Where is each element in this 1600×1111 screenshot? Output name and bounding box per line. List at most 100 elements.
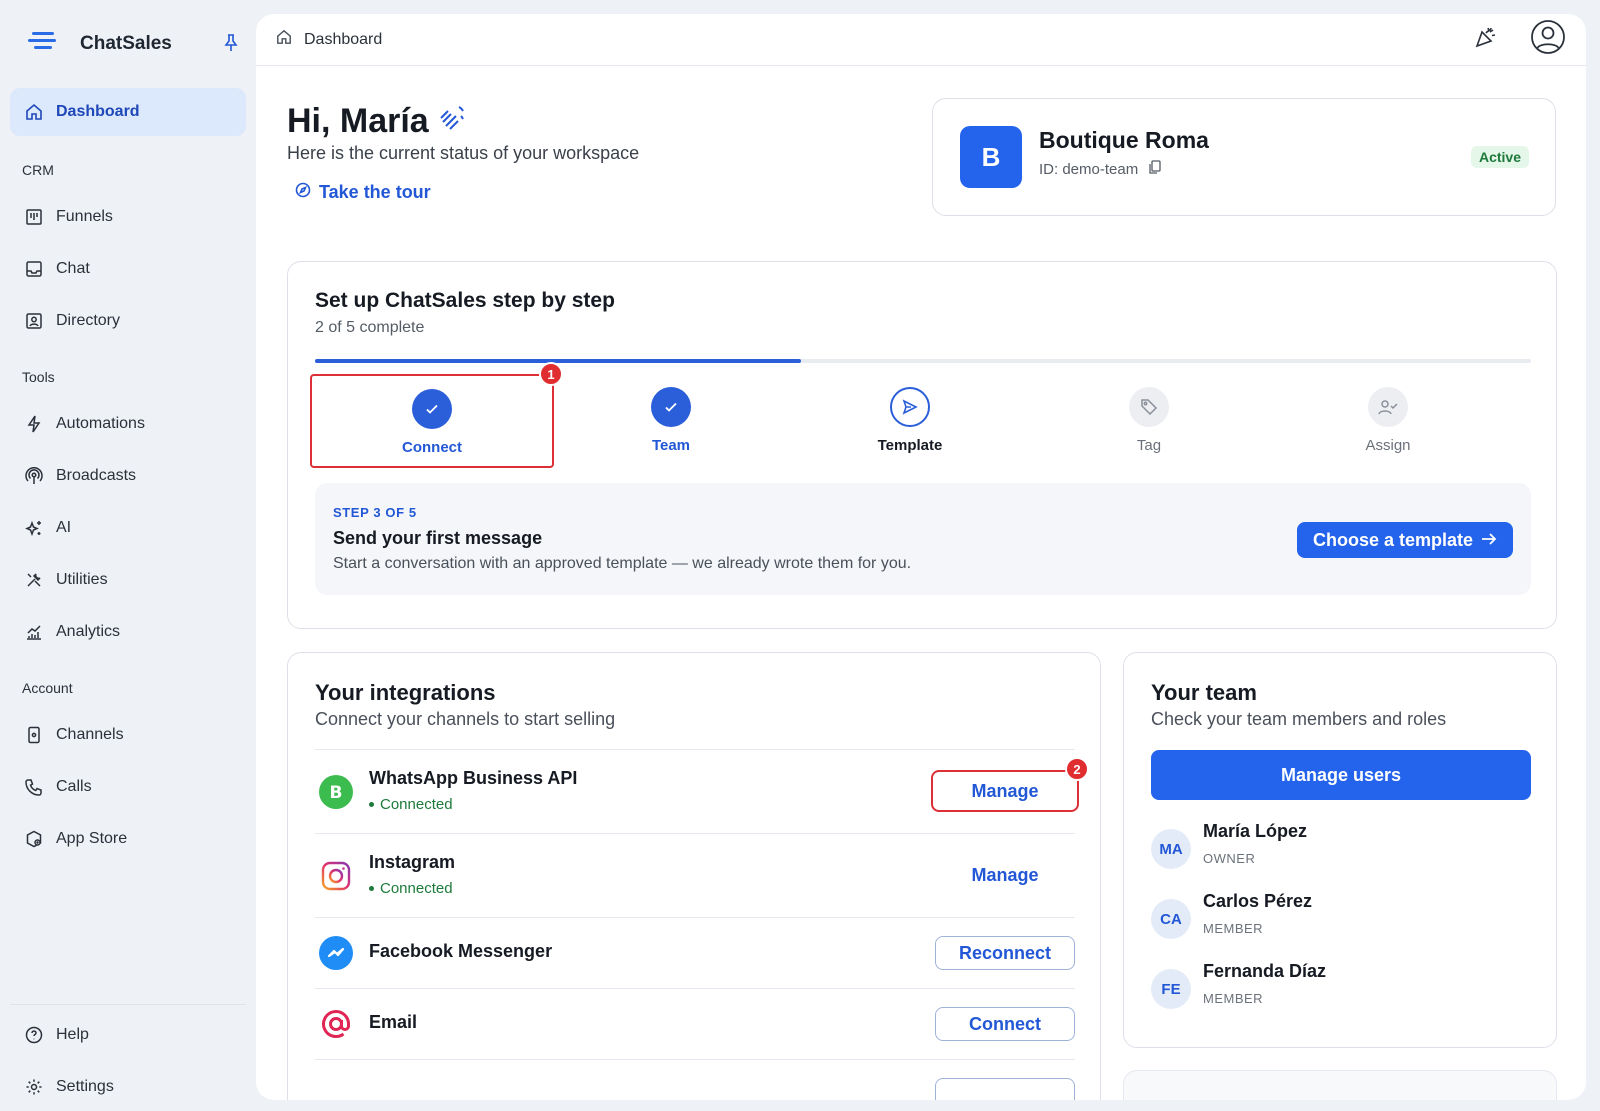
step-label: Connect [402, 439, 462, 456]
step-team[interactable]: Team [549, 374, 793, 468]
step-label: Template [877, 437, 943, 454]
email-icon [319, 1007, 353, 1041]
copy-icon[interactable] [1148, 160, 1162, 178]
home-icon [276, 29, 292, 50]
sidebar-item-utilities[interactable]: Utilities [10, 556, 246, 604]
whatsapp-icon: B [319, 775, 353, 809]
brand[interactable]: ChatSales [28, 30, 238, 57]
member-role: OWNER [1203, 851, 1256, 866]
contacts-icon [24, 311, 44, 331]
workspace-id: ID: demo-team [1039, 160, 1162, 178]
greeting: Hi, María Here is the current status of … [287, 102, 639, 203]
check-icon [651, 387, 691, 427]
sidebar-item-app-store[interactable]: App Store [10, 815, 246, 863]
brand-name: ChatSales [80, 32, 172, 54]
current-step-panel: STEP 3 OF 5 Send your first message Star… [315, 483, 1531, 595]
analytics-icon [24, 622, 44, 642]
team-card: Your team Check your team members and ro… [1123, 652, 1557, 1048]
integration-name: Facebook Messenger [369, 941, 553, 961]
integration-name: WhatsApp Business API [369, 768, 578, 788]
sidebar-item-label: Analytics [56, 623, 121, 640]
user-check-icon [1368, 387, 1408, 427]
choose-template-button[interactable]: Choose a template [1296, 522, 1513, 558]
sidebar-item-help[interactable]: Help [10, 1011, 246, 1059]
breadcrumb[interactable]: Dashboard [276, 29, 382, 50]
sidebar-item-settings[interactable]: Settings [10, 1063, 246, 1111]
sidebar-item-directory[interactable]: Directory [10, 297, 246, 345]
step-title: Send your first message [333, 528, 543, 548]
sidebar-item-label: Help [56, 1026, 89, 1043]
member-role: MEMBER [1203, 991, 1264, 1006]
pin-icon[interactable] [224, 34, 238, 57]
instagram-icon [319, 859, 353, 893]
step-kicker: STEP 3 OF 5 [333, 505, 417, 520]
sidebar-item-label: Calls [56, 778, 92, 795]
integration-status-text: Connected [380, 796, 453, 813]
integrations-card: Your integrations Connect your channels … [287, 652, 1101, 1100]
integration-row-partial [315, 1059, 1075, 1100]
breadcrumb-label: Dashboard [304, 30, 383, 48]
lightning-icon [24, 414, 44, 434]
help-icon [24, 1025, 44, 1045]
sidebar-item-chat[interactable]: Chat [10, 245, 246, 293]
arrow-right-icon [1481, 530, 1497, 551]
sidebar-item-automations[interactable]: Automations [10, 400, 246, 448]
integration-row-messenger: Facebook Messenger Reconnect [315, 917, 1075, 988]
step-tag[interactable]: Tag [1027, 374, 1271, 468]
team-member[interactable]: MA María López OWNER [1151, 821, 1531, 877]
take-tour-link[interactable]: Take the tour [295, 182, 639, 203]
integration-button-partial[interactable] [935, 1078, 1075, 1100]
step-assign[interactable]: Assign [1266, 374, 1510, 468]
integrations-subtitle: Connect your channels to start selling [315, 709, 616, 729]
integration-row-whatsapp: B WhatsApp Business API Connected Manage [315, 749, 1079, 833]
manage-users-button[interactable]: Manage users [1151, 750, 1531, 800]
sidebar-divider [10, 1004, 246, 1005]
step-label: Tag [1136, 437, 1162, 454]
topbar: Dashboard [256, 14, 1586, 66]
team-member[interactable]: FE Fernanda Díaz MEMBER [1151, 961, 1531, 1017]
integration-status-text: Connected [380, 880, 453, 897]
sidebar-item-ai[interactable]: AI [10, 504, 246, 552]
integration-row-email: Email Connect [315, 988, 1075, 1059]
annotation-marker-2: 2 [1065, 757, 1089, 781]
send-icon [890, 387, 930, 427]
app-store-icon [24, 829, 44, 849]
step-label: Team [651, 437, 691, 454]
reconnect-messenger-button[interactable]: Reconnect [935, 936, 1075, 970]
manage-whatsapp-button[interactable]: Manage [931, 770, 1079, 812]
step-connect[interactable]: Connect [310, 374, 554, 468]
sidebar-item-funnels[interactable]: Funnels [10, 193, 246, 241]
workspace-name: Boutique Roma [1039, 127, 1209, 153]
choose-template-label: Choose a template [1312, 529, 1473, 550]
funnels-icon [24, 207, 44, 227]
connect-email-button[interactable]: Connect [935, 1007, 1075, 1041]
sidebar-item-broadcasts[interactable]: Broadcasts [10, 452, 246, 500]
page-title: Hi, María [287, 102, 639, 141]
sidebar-item-label: Broadcasts [56, 467, 137, 484]
tag-icon [1129, 387, 1169, 427]
avatar: CA [1151, 899, 1191, 939]
sidebar-item-channels[interactable]: Channels [10, 711, 246, 759]
sidebar-item-label: Funnels [56, 208, 113, 225]
team-member[interactable]: CA Carlos Pérez MEMBER [1151, 891, 1531, 947]
wave-icon [437, 102, 467, 141]
check-icon [412, 389, 452, 429]
integration-row-instagram: Instagram Connected Manage [315, 833, 1075, 917]
celebrate-icon[interactable] [1474, 25, 1498, 54]
sidebar-item-label: Directory [56, 312, 121, 329]
greeting-subtitle: Here is the current status of your works… [287, 143, 640, 163]
avatar: FE [1151, 969, 1191, 1009]
user-avatar-icon[interactable] [1530, 19, 1566, 60]
sidebar-item-analytics[interactable]: Analytics [10, 608, 246, 656]
step-description: Start a conversation with an approved te… [333, 555, 912, 572]
setup-progress-fill [315, 359, 802, 363]
step-template[interactable]: Template [788, 374, 1032, 468]
sidebar-item-calls[interactable]: Calls [10, 763, 246, 811]
sidebar-item-dashboard[interactable]: Dashboard [10, 88, 246, 136]
sidebar: ChatSales Dashboard CRM Funnels Chat Dir… [0, 0, 256, 1111]
manage-instagram-button[interactable]: Manage [935, 858, 1075, 892]
integration-name: Instagram [369, 852, 456, 872]
workspace-card: B Boutique Roma ID: demo-team Active [932, 98, 1556, 216]
integrations-title: Your integrations [315, 680, 496, 705]
integration-status: Connected [369, 880, 453, 897]
